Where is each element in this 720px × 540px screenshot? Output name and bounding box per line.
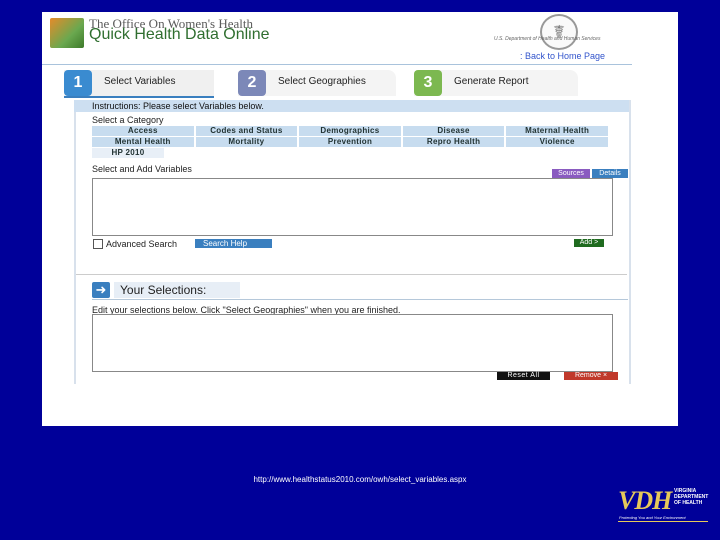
vdh-tagline: Protecting You and Your Environment (619, 515, 686, 520)
vdh-mark: VDH (618, 486, 672, 515)
variables-listbox[interactable] (92, 178, 613, 236)
category-row: HP 2010 (92, 148, 610, 158)
variables-instructions: Instructions: Please select Variables be… (74, 100, 629, 112)
category-row: Mental Health Mortality Prevention Repro… (92, 137, 610, 147)
section-divider (76, 274, 627, 275)
tab-label: Select Geographies (278, 76, 366, 87)
category-disease[interactable]: Disease (402, 126, 505, 136)
arrow-right-icon: ➜ (92, 282, 110, 298)
owh-logo (50, 18, 84, 48)
category-mortality[interactable]: Mortality (195, 137, 298, 147)
category-prevention[interactable]: Prevention (299, 137, 401, 147)
vdh-logo: VDH VIRGINIA DEPARTMENT OF HEALTH Protec… (618, 486, 710, 528)
hhs-text: U.S. Department of Health and Human Serv… (494, 36, 601, 42)
search-help-button[interactable]: Search Help (195, 239, 272, 248)
category-mental-health[interactable]: Mental Health (92, 137, 194, 147)
category-maternal-health[interactable]: Maternal Health (506, 126, 608, 136)
advanced-search-checkbox[interactable] (93, 239, 103, 249)
category-repro-health[interactable]: Repro Health (402, 137, 505, 147)
category-violence[interactable]: Violence (506, 137, 608, 147)
add-button[interactable]: Add > (574, 239, 604, 247)
reset-all-button[interactable]: Reset All (497, 372, 550, 380)
selections-divider (92, 299, 628, 300)
tab-number: 2 (238, 70, 266, 96)
add-variables-label: Select and Add Variables (92, 164, 192, 174)
sources-button[interactable]: Sources (552, 169, 590, 178)
category-grid: Access Codes and Status Demographics Dis… (92, 126, 610, 159)
site-title: Quick Health Data Online (89, 26, 270, 43)
category-row: Access Codes and Status Demographics Dis… (92, 126, 610, 136)
tab-select-geographies[interactable]: 2 Select Geographies (238, 70, 396, 96)
category-access[interactable]: Access (92, 126, 194, 136)
tab-label: Generate Report (454, 76, 529, 87)
tab-number: 3 (414, 70, 442, 96)
tab-label: Select Variables (104, 76, 176, 87)
tab-number: 1 (64, 70, 92, 96)
vdh-name-line: OF HEALTH (674, 500, 703, 506)
your-selections-title: Your Selections: (114, 282, 240, 298)
tab-generate-report[interactable]: 3 Generate Report (414, 70, 578, 96)
back-home-link[interactable]: : Back to Home Page (520, 51, 605, 61)
category-codes-and-status[interactable]: Codes and Status (195, 126, 298, 136)
category-demographics[interactable]: Demographics (299, 126, 401, 136)
remove-button[interactable]: Remove × (564, 372, 618, 380)
source-url: http://www.healthstatus2010.com/owh/sele… (253, 475, 467, 484)
vdh-underline (618, 521, 708, 522)
screenshot-frame: The Office On Women's Health Quick Healt… (42, 12, 678, 426)
header-divider (42, 64, 632, 65)
advanced-search-toggle[interactable]: Advanced Search (93, 239, 177, 249)
details-button[interactable]: Details (592, 169, 628, 178)
category-label: Select a Category (92, 115, 164, 125)
selections-listbox[interactable] (92, 314, 613, 372)
tab-select-variables[interactable]: 1 Select Variables (64, 70, 214, 98)
category-hp-2010[interactable]: HP 2010 (92, 148, 164, 158)
advanced-search-label: Advanced Search (106, 239, 178, 249)
hhs-seal-icon: ☤ (540, 14, 578, 50)
vdh-name: VIRGINIA DEPARTMENT OF HEALTH (674, 488, 708, 506)
